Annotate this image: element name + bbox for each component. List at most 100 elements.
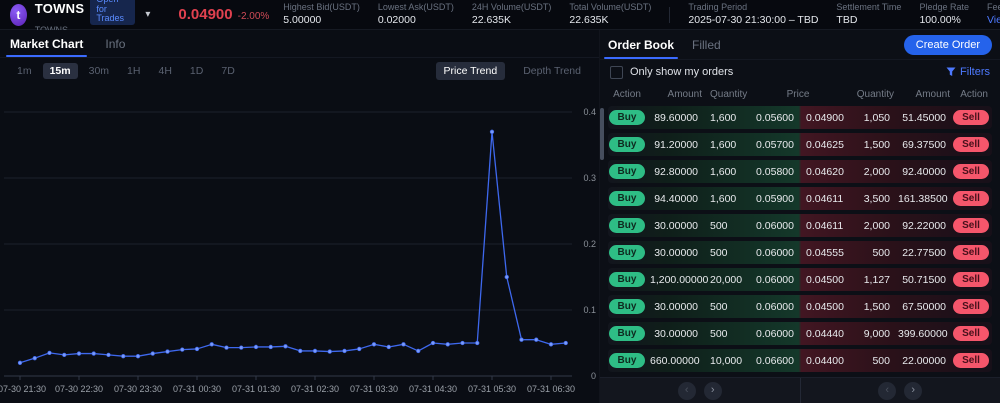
timeframe-1m[interactable]: 1m [10, 63, 39, 79]
create-order-button[interactable]: Create Order [904, 35, 992, 55]
buy-button[interactable]: Buy [609, 110, 646, 125]
price-trend-toggle[interactable]: Price Trend [436, 62, 506, 80]
sell-amount: 51.45000 [894, 112, 950, 124]
sell-price: 0.04611 [798, 193, 850, 205]
scrollbar-thumb[interactable] [600, 108, 604, 160]
buy-amount: 30.00000 [646, 220, 702, 232]
sell-amount: 22.00000 [894, 355, 950, 367]
filters-link[interactable]: Filters [946, 66, 990, 78]
buy-price: 0.05800 [746, 166, 798, 178]
sell-quantity: 1,500 [850, 139, 894, 151]
only-my-orders-checkbox[interactable] [610, 66, 623, 79]
buy-next-page-button[interactable]: › [704, 382, 722, 400]
header-price: Price [746, 89, 850, 100]
fees-view-link[interactable]: View › [987, 14, 1000, 27]
tab-filled[interactable]: Filled [692, 30, 721, 59]
timeframe-30m[interactable]: 30m [82, 63, 116, 79]
buy-button[interactable]: Buy [609, 272, 646, 287]
sell-button[interactable]: Sell [953, 272, 989, 287]
stat-total-volume-usdt-: Total Volume(USDT)22.635K [569, 2, 651, 26]
svg-text:0.1: 0.1 [583, 305, 596, 315]
sell-button[interactable]: Sell [953, 110, 989, 125]
order-book-row: Buy 30.00000 500 0.06000 0.04555 500 22.… [608, 241, 992, 264]
svg-text:07-31 06:30: 07-31 06:30 [527, 384, 575, 394]
sell-price: 0.04611 [798, 220, 850, 232]
order-book-rows: Buy 89.60000 1,600 0.05600 0.04900 1,050… [600, 104, 1000, 377]
tab-order-book[interactable]: Order Book [608, 30, 674, 59]
buy-amount: 660.00000 [646, 355, 702, 367]
sell-button[interactable]: Sell [953, 191, 989, 206]
buy-button[interactable]: Buy [609, 353, 646, 368]
buy-button[interactable]: Buy [609, 245, 646, 260]
sell-button[interactable]: Sell [953, 218, 989, 233]
buy-button[interactable]: Buy [609, 326, 646, 341]
sell-button[interactable]: Sell [953, 299, 989, 314]
stat-label: Fees [987, 2, 1000, 13]
token-name: TOWNS [35, 2, 85, 16]
sell-price: 0.04440 [798, 328, 850, 340]
buy-price: 0.06000 [746, 274, 798, 286]
sell-button[interactable]: Sell [953, 137, 989, 152]
sell-prev-page-button[interactable]: ‹ [878, 382, 896, 400]
timeframe-4h[interactable]: 4H [151, 63, 178, 79]
timeframe-7d[interactable]: 7D [214, 63, 241, 79]
svg-text:07-31 05:30: 07-31 05:30 [468, 384, 516, 394]
buy-button[interactable]: Buy [609, 218, 646, 233]
buy-price: 0.06000 [746, 301, 798, 313]
buy-button[interactable]: Buy [609, 164, 646, 179]
sell-quantity: 500 [850, 247, 894, 259]
buy-quantity: 20,000 [702, 274, 746, 286]
buy-quantity: 10,000 [702, 355, 746, 367]
sell-amount: 69.37500 [894, 139, 950, 151]
sell-quantity: 2,000 [850, 220, 894, 232]
buy-quantity: 500 [702, 328, 746, 340]
sell-button[interactable]: Sell [953, 245, 989, 260]
buy-amount: 30.00000 [646, 247, 702, 259]
order-book-row: Buy 30.00000 500 0.06000 0.04440 9,000 3… [608, 322, 992, 345]
timeframe-15m[interactable]: 15m [43, 63, 78, 79]
only-my-orders-label[interactable]: Only show my orders [630, 66, 733, 78]
buy-quantity: 1,600 [702, 166, 746, 178]
market-chart-panel: Market Chart Info 1m15m30m1H4H 1D7D Price… [0, 30, 600, 403]
svg-text:07-30 22:30: 07-30 22:30 [55, 384, 103, 394]
buy-price: 0.05700 [746, 139, 798, 151]
svg-text:0: 0 [591, 371, 596, 381]
header-action-sell: Action [950, 89, 992, 100]
svg-text:07-31 01:30: 07-31 01:30 [232, 384, 280, 394]
stat-pledge-rate: Pledge Rate100.00% [919, 2, 969, 26]
stat-value: 22.635K [472, 14, 552, 27]
chevron-down-icon[interactable]: ▾ [145, 9, 150, 20]
order-book-row: Buy 94.40000 1,600 0.05900 0.04611 3,500… [608, 187, 992, 210]
sell-price: 0.04625 [798, 139, 850, 151]
svg-text:07-30 23:30: 07-30 23:30 [114, 384, 162, 394]
buy-button[interactable]: Buy [609, 191, 646, 206]
depth-trend-toggle[interactable]: Depth Trend [515, 62, 589, 80]
sell-next-page-button[interactable]: › [904, 382, 922, 400]
sell-button[interactable]: Sell [953, 353, 989, 368]
svg-text:07-30 21:30: 07-30 21:30 [0, 384, 46, 394]
price-chart[interactable]: 00.10.20.30.407-30 21:3007-30 22:3007-30… [0, 84, 599, 403]
timeframe-1d[interactable]: 1D [183, 63, 210, 79]
header-quantity-sell: Quantity [850, 89, 894, 100]
stat-24h-volume-usdt-: 24H Volume(USDT)22.635K [472, 2, 552, 26]
order-book-row: Buy 30.00000 500 0.06000 0.04611 2,000 9… [608, 214, 992, 237]
tab-market-chart[interactable]: Market Chart [10, 30, 83, 57]
tab-info[interactable]: Info [105, 30, 125, 57]
sell-quantity: 1,050 [850, 112, 894, 124]
buy-button[interactable]: Buy [609, 299, 646, 314]
stat-fees: FeesView › [987, 2, 1000, 26]
svg-text:07-31 03:30: 07-31 03:30 [350, 384, 398, 394]
price-change: -2.00% [238, 11, 270, 22]
divider [669, 7, 670, 23]
order-book-row: Buy 30.00000 500 0.06000 0.04500 1,500 6… [608, 295, 992, 318]
order-book-row: Buy 660.00000 10,000 0.06600 0.04400 500… [608, 349, 992, 372]
order-book-panel: Order Book Filled Create Order Only show… [600, 30, 1000, 403]
buy-amount: 1,200.00000 [646, 274, 702, 286]
buy-button[interactable]: Buy [609, 137, 646, 152]
sell-button[interactable]: Sell [953, 164, 989, 179]
sell-quantity: 500 [850, 355, 894, 367]
buy-prev-page-button[interactable]: ‹ [678, 382, 696, 400]
sell-button[interactable]: Sell [953, 326, 989, 341]
buy-quantity: 1,600 [702, 193, 746, 205]
timeframe-1h[interactable]: 1H [120, 63, 147, 79]
